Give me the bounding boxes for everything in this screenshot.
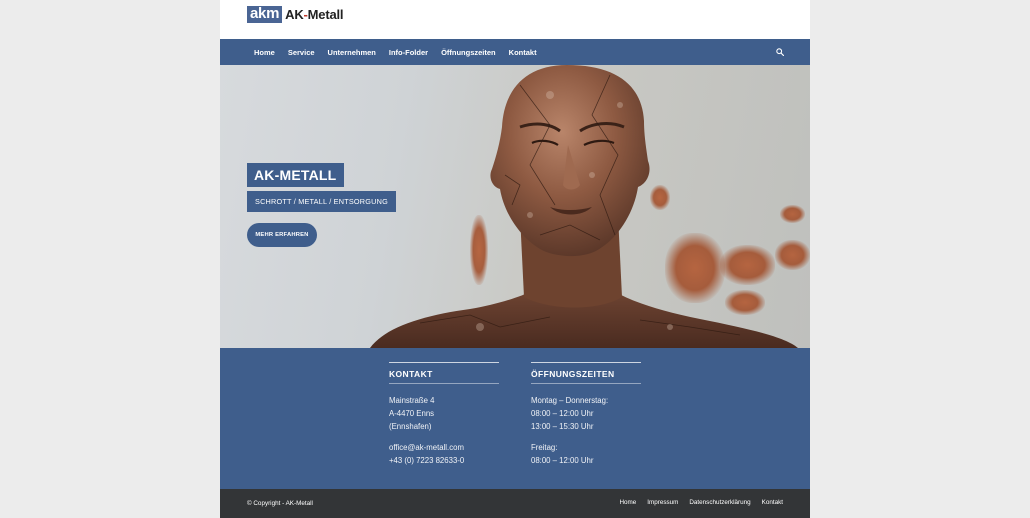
nav-item-service[interactable]: Service <box>288 48 315 57</box>
contact-email-link[interactable]: office@ak-metall.com <box>389 441 499 454</box>
website: akm AK-Metall Home Service Unternehmen I… <box>220 0 810 518</box>
logo-text-part1: AK <box>285 7 304 22</box>
hero-title: AK-METALL <box>247 163 345 187</box>
hero-banner: AK-METALL SCHROTT / METALL / ENTSORGUNG … <box>220 65 810 348</box>
contact-phone: +43 (0) 7223 82633-0 <box>389 456 465 465</box>
logo[interactable]: akm AK-Metall <box>247 6 344 23</box>
friday-label: Freitag: <box>531 443 558 452</box>
footer-bar: © Copyright - AK-Metall Home Impressum D… <box>220 489 810 518</box>
divider <box>389 383 499 384</box>
nav-item-unternehmen[interactable]: Unternehmen <box>328 48 376 57</box>
weekday-morning-hours: 08:00 – 12:00 Uhr <box>531 409 594 418</box>
logo-text: AK-Metall <box>285 7 343 22</box>
nav-item-oeffnungszeiten[interactable]: Öffnungszeiten <box>441 48 496 57</box>
footer-link-impressum[interactable]: Impressum <box>647 499 678 506</box>
hero-subtitle: SCHROTT / METALL / ENTSORGUNG <box>247 191 396 212</box>
copyright-text: © Copyright - AK-Metall <box>247 500 313 507</box>
nav-item-info-folder[interactable]: Info-Folder <box>389 48 428 57</box>
site-header: akm AK-Metall <box>220 0 810 39</box>
divider <box>531 383 641 384</box>
contact-city: A-4470 Enns <box>389 409 435 418</box>
friday-hours: 08:00 – 12:00 Uhr <box>531 456 594 465</box>
footer-link-datenschutz[interactable]: Datenschutzerklärung <box>689 499 750 506</box>
more-info-button[interactable]: MEHR ERFAHREN <box>247 223 317 247</box>
footer-info-section: KONTAKT Mainstraße 4 A-4470 Enns (Ennsha… <box>220 348 810 489</box>
nav-item-home[interactable]: Home <box>254 48 275 57</box>
main-navigation: Home Service Unternehmen Info-Folder Öff… <box>220 39 810 65</box>
nav-item-kontakt[interactable]: Kontakt <box>509 48 537 57</box>
contact-heading: KONTAKT <box>389 369 433 379</box>
weekday-label: Montag – Donnerstag: <box>531 396 609 405</box>
search-icon[interactable] <box>776 48 784 56</box>
opening-hours-column: ÖFFNUNGSZEITEN Montag – Donnerstag: 08:0… <box>531 362 641 467</box>
opening-hours-heading: ÖFFNUNGSZEITEN <box>531 369 615 379</box>
contact-region: (Ennshafen) <box>389 422 432 431</box>
logo-mark: akm <box>247 6 283 23</box>
contact-street: Mainstraße 4 <box>389 396 435 405</box>
footer-link-kontakt[interactable]: Kontakt <box>762 499 783 506</box>
logo-text-part2: Metall <box>307 7 344 22</box>
contact-column: KONTAKT Mainstraße 4 A-4470 Enns (Ennsha… <box>389 362 499 467</box>
weekday-afternoon-hours: 13:00 – 15:30 Uhr <box>531 422 594 431</box>
footer-link-home[interactable]: Home <box>619 499 636 506</box>
